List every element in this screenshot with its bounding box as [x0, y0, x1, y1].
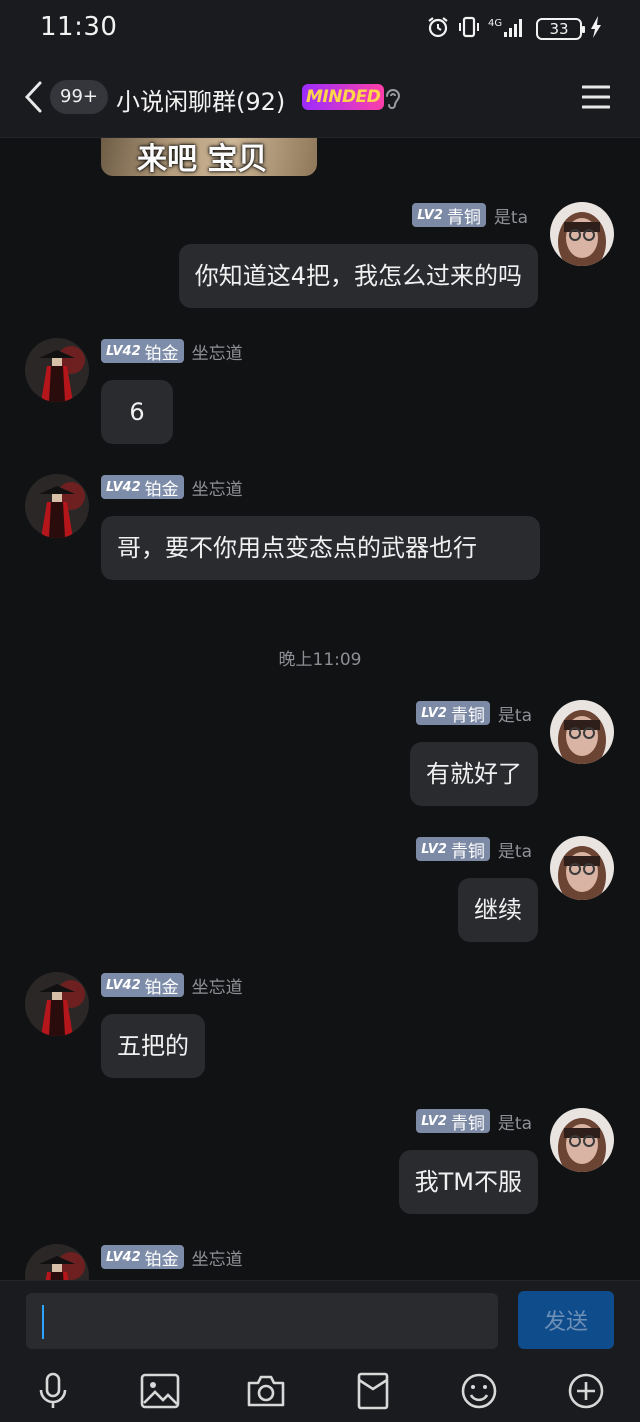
sender-name[interactable]: 坐忘道 [192, 339, 243, 364]
sender-name[interactable]: 是ta [498, 837, 532, 862]
microphone-icon[interactable] [33, 1371, 73, 1411]
camera-icon[interactable] [246, 1371, 286, 1411]
timestamp: 晚上11:09 [278, 650, 362, 670]
sender-meta: LV2 青铜 是ta [416, 1108, 532, 1134]
red-packet-icon[interactable] [353, 1371, 393, 1411]
alarm-icon [426, 15, 450, 43]
back-arrow-icon [24, 81, 42, 113]
send-button[interactable]: 发送 [518, 1291, 614, 1349]
level-tag: LV2 青铜 [416, 837, 490, 862]
message-list[interactable]: 来吧 宝贝 LV2 青铜 是ta 你知道这4把，我怎么过来的吗 LV42 铂金 坐忘… [0, 138, 640, 1280]
minded-badge[interactable]: MINDED [302, 84, 385, 110]
back-button[interactable] [22, 80, 48, 114]
emoji-icon[interactable] [459, 1371, 499, 1411]
sender-name[interactable]: 是ta [494, 203, 528, 228]
text-caret [42, 1305, 44, 1339]
image-caption: 来吧 宝贝 [137, 142, 268, 176]
message-input[interactable] [26, 1293, 498, 1349]
message-bubble[interactable]: 有就好了 [410, 742, 538, 806]
battery-icon: 33 [536, 18, 585, 40]
chat-header: 99+ 小说闲聊群(92) MINDED [0, 56, 640, 138]
level-tag: LV42 铂金 [101, 1245, 184, 1270]
avatar[interactable] [550, 700, 614, 764]
sender-meta: LV42 铂金 坐忘道 [101, 474, 243, 500]
avatar[interactable] [550, 836, 614, 900]
status-bar: 11:30 4G 33 [0, 0, 640, 56]
vibrate-icon [458, 15, 480, 43]
sender-meta: LV2 青铜 是ta [416, 836, 532, 862]
avatar[interactable] [550, 1108, 614, 1172]
sender-name[interactable]: 坐忘道 [192, 475, 243, 500]
sender-meta: LV42 铂金 坐忘道 [101, 338, 243, 364]
sender-name[interactable]: 是ta [498, 1109, 532, 1134]
level-tag: LV42 铂金 [101, 475, 184, 500]
message-bubble[interactable]: 我TM不服 [398, 1150, 538, 1214]
menu-icon [581, 85, 611, 109]
4g-signal-icon: 4G [488, 15, 528, 43]
sender-meta: LV2 青铜 是ta [412, 202, 528, 228]
sender-name[interactable]: 坐忘道 [192, 1245, 243, 1270]
image-icon[interactable] [140, 1371, 180, 1411]
message-bubble[interactable]: 哥，要不你用点变态点的武器也行 [101, 516, 540, 580]
message-bubble[interactable]: 继续 [458, 878, 538, 942]
plus-icon[interactable] [566, 1371, 606, 1411]
group-title[interactable]: 小说闲聊群(92) [116, 82, 285, 117]
ear-icon[interactable] [382, 86, 404, 112]
level-tag: LV42 铂金 [101, 973, 184, 998]
message-bubble[interactable]: 6 [101, 380, 173, 444]
charging-icon [590, 16, 602, 42]
unread-count-badge[interactable]: 99+ [50, 80, 108, 114]
sender-meta: LV42 铂金 坐忘道 [101, 972, 243, 998]
sender-name[interactable]: 是ta [498, 701, 532, 726]
avatar[interactable] [25, 338, 89, 402]
status-icons: 4G 33 [426, 14, 602, 44]
level-tag: LV2 青铜 [412, 203, 486, 228]
avatar[interactable] [25, 972, 89, 1036]
menu-button[interactable] [581, 84, 611, 110]
sender-name[interactable]: 坐忘道 [192, 973, 243, 998]
avatar[interactable] [25, 474, 89, 538]
svg-text:4G: 4G [488, 18, 502, 29]
status-time: 11:30 [40, 12, 118, 42]
avatar[interactable] [550, 202, 614, 266]
level-tag: LV2 青铜 [416, 1109, 490, 1134]
message-bubble[interactable]: 五把的 [101, 1014, 205, 1078]
image-message[interactable]: 来吧 宝贝 [101, 138, 317, 176]
sender-meta: LV2 青铜 是ta [416, 700, 532, 726]
message-bubble[interactable]: 你知道这4把，我怎么过来的吗 [178, 244, 538, 308]
level-tag: LV2 青铜 [416, 701, 490, 726]
composer: 发送 [0, 1280, 640, 1422]
avatar[interactable] [25, 1244, 89, 1280]
sender-meta: LV42 铂金 坐忘道 [101, 1244, 243, 1270]
level-tag: LV42 铂金 [101, 339, 184, 364]
